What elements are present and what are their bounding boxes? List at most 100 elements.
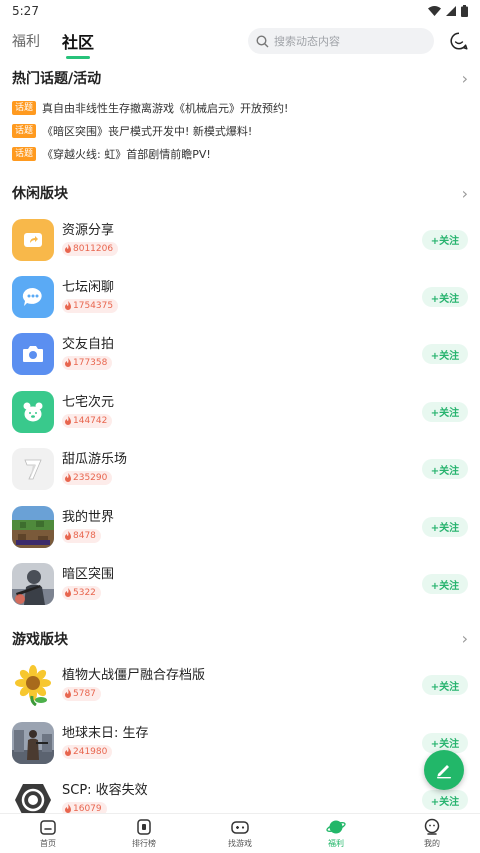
heat-count: 5787 (73, 689, 96, 700)
bottom-nav: 首页 排行榜 找游戏 福利 我的 (0, 813, 480, 853)
search-placeholder: 搜索动态内容 (274, 35, 340, 48)
forum-row[interactable]: 七宅次元 144742 +关注 (0, 383, 480, 440)
topic-badge: 话题 (12, 100, 37, 115)
forum-row[interactable]: 暗区突围 5322 +关注 (0, 555, 480, 612)
heat-badge: 144742 (62, 413, 113, 428)
follow-button[interactable]: +关注 (422, 790, 468, 811)
follow-button[interactable]: +关注 (422, 229, 468, 250)
nav-welfare[interactable]: 福利 (288, 814, 384, 853)
status-bar: 5:27 (0, 0, 480, 22)
heat-badge: 8478 (62, 528, 101, 543)
forum-row[interactable]: 植物大战僵尸融合存档版 5787 +关注 (0, 657, 480, 714)
camera-icon (12, 333, 54, 376)
nav-home[interactable]: 首页 (0, 814, 96, 853)
nav-label: 排行榜 (132, 839, 156, 848)
fire-icon (65, 473, 71, 483)
leisure-section-header[interactable]: 休闲版块 › (0, 175, 480, 211)
ranking-icon (137, 819, 151, 835)
compose-post-button[interactable] (424, 750, 464, 790)
minecraft-icon (12, 505, 54, 548)
pencil-icon (437, 765, 451, 779)
tab-community[interactable]: 社区 (62, 29, 94, 59)
heat-badge: 235290 (62, 471, 113, 486)
forum-name: 地球末日: 生存 (62, 725, 149, 741)
follow-button[interactable]: +关注 (422, 574, 468, 595)
follow-button[interactable]: +关注 (422, 459, 468, 480)
forum-name: SCP: 收容失效 (62, 783, 148, 799)
fire-icon (65, 588, 71, 598)
topic-badge: 话题 (12, 146, 37, 161)
gamepad-icon (231, 821, 249, 834)
forum-row[interactable]: 交友自拍 177358 +关注 (0, 326, 480, 383)
heat-count: 235290 (73, 473, 108, 484)
share-icon (12, 218, 54, 261)
sunflower-icon (12, 664, 54, 707)
nav-label: 我的 (424, 839, 440, 848)
hot-topics-header[interactable]: 热门话题/活动 › (0, 60, 480, 96)
follow-button[interactable]: +关注 (422, 344, 468, 365)
nav-find-games[interactable]: 找游戏 (192, 814, 288, 853)
fire-icon (65, 358, 71, 368)
status-icons (428, 5, 468, 17)
games-section-title: 游戏版块 (12, 631, 68, 648)
forum-row[interactable]: 甜瓜游乐场 235290 +关注 (0, 441, 480, 498)
top-nav: 福利 社区 搜索动态内容 (0, 22, 480, 60)
home-icon (40, 820, 56, 835)
heat-count: 8478 (73, 530, 96, 541)
search-input[interactable]: 搜索动态内容 (248, 28, 434, 54)
follow-button[interactable]: +关注 (422, 675, 468, 696)
topic-item[interactable]: 话题 《穿越火线: 虹》首部剧情前瞻PV! (0, 142, 480, 165)
forum-name: 植物大战僵尸融合存档版 (62, 668, 206, 684)
heat-count: 241980 (73, 746, 108, 757)
chevron-right-icon: › (461, 629, 468, 649)
follow-button[interactable]: +关注 (422, 287, 468, 308)
follow-button[interactable]: +关注 (422, 401, 468, 422)
forum-row[interactable]: 资源分享 8011206 +关注 (0, 211, 480, 268)
heat-badge: 8011206 (62, 241, 119, 256)
heat-count: 5322 (73, 588, 96, 599)
forum-name: 暗区突围 (62, 567, 115, 583)
forum-name: 七宅次元 (62, 394, 115, 410)
bear-icon (12, 390, 54, 433)
chat-bubble-icon (12, 276, 54, 319)
fire-icon (65, 243, 71, 253)
heat-badge: 1754375 (62, 299, 119, 314)
forum-row[interactable]: 我的世界 8478 +关注 (0, 498, 480, 555)
heat-count: 8011206 (73, 243, 114, 254)
heat-count: 1754375 (73, 301, 114, 312)
nav-ranking[interactable]: 排行榜 (96, 814, 192, 853)
forum-row[interactable]: 地球末日: 生存 241980 +关注 (0, 714, 480, 771)
forum-name: 交友自拍 (62, 337, 115, 353)
tab-welfare[interactable]: 福利 (12, 31, 40, 51)
message-smile-icon (450, 32, 468, 50)
forum-row[interactable]: 七坛闲聊 1754375 +关注 (0, 268, 480, 325)
nav-label: 福利 (328, 839, 344, 848)
message-button[interactable] (448, 30, 470, 52)
heat-count: 177358 (73, 358, 108, 369)
forum-name: 资源分享 (62, 222, 115, 238)
topic-text: 《穿越火线: 虹》首部剧情前瞻PV! (42, 147, 211, 161)
signal-icon (446, 6, 456, 16)
heat-badge: 5787 (62, 687, 101, 702)
leisure-section-title: 休闲版块 (12, 186, 68, 202)
heat-badge: 241980 (62, 744, 113, 759)
fire-icon (65, 689, 71, 699)
topic-item[interactable]: 话题 《暗区突围》丧尸模式开发中! 新模式爆料! (0, 119, 480, 142)
heat-count: 144742 (73, 415, 108, 426)
games-section-header[interactable]: 游戏版块 › (0, 621, 480, 657)
follow-button[interactable]: +关注 (422, 516, 468, 537)
melon-playground-icon (12, 448, 54, 491)
forum-name: 七坛闲聊 (62, 280, 115, 296)
forum-name: 我的世界 (62, 509, 115, 525)
topic-item[interactable]: 话题 真自由非线性生存撤离游戏《机械启元》开放预约! (0, 96, 480, 119)
nav-profile[interactable]: 我的 (384, 814, 480, 853)
wifi-icon (428, 6, 441, 16)
heat-badge: 5322 (62, 586, 101, 601)
nav-label: 首页 (40, 839, 56, 848)
fire-icon (65, 530, 71, 540)
topic-text: 《暗区突围》丧尸模式开发中! 新模式爆料! (42, 124, 253, 138)
hot-topics-title: 热门话题/活动 (12, 71, 102, 87)
heat-badge: 177358 (62, 356, 113, 371)
last-day-earth-icon (12, 721, 54, 764)
fire-icon (65, 301, 71, 311)
